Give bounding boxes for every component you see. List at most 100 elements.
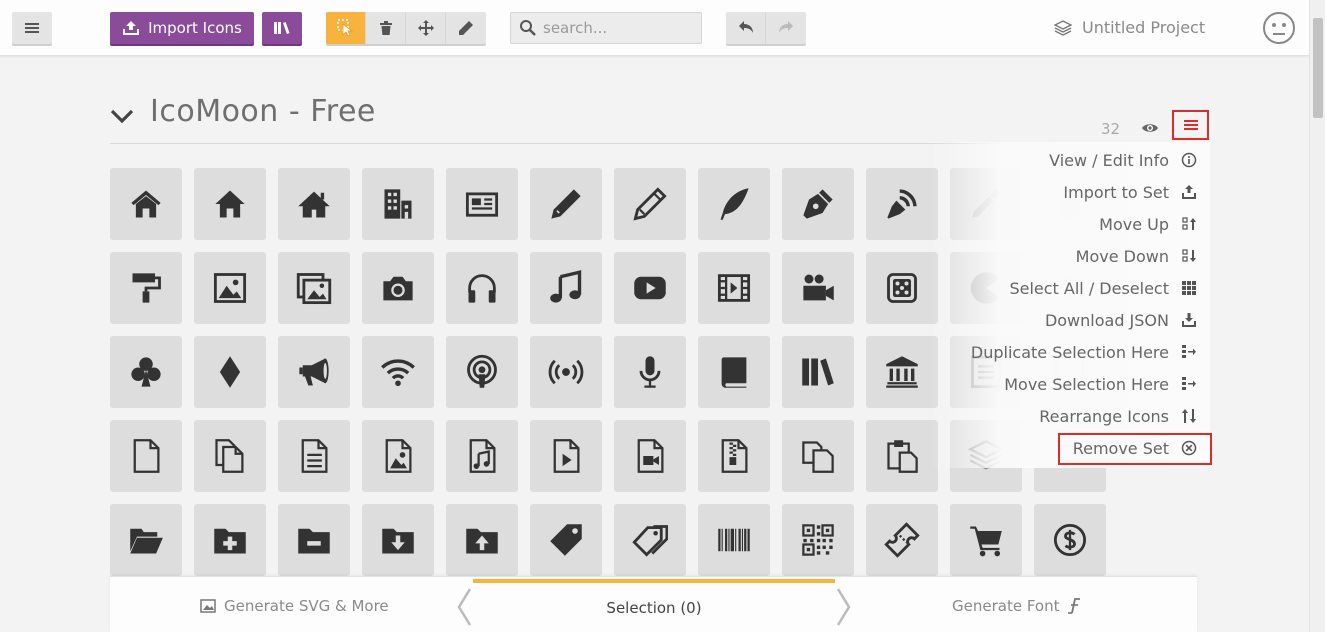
- generate-svg-tab[interactable]: Generate SVG & More: [200, 597, 389, 615]
- icon-cell[interactable]: [110, 420, 182, 492]
- icon-cell[interactable]: [110, 504, 182, 576]
- icon-cell[interactable]: [1034, 504, 1106, 576]
- icon-cell[interactable]: [194, 336, 266, 408]
- menu-select-all-deselect[interactable]: Select All / Deselect: [1009, 272, 1198, 304]
- icon-cell[interactable]: [110, 168, 182, 240]
- icon-cell[interactable]: [782, 420, 854, 492]
- icon-cell[interactable]: [782, 168, 854, 240]
- pen-icon: [803, 189, 833, 219]
- icon-cell[interactable]: [530, 504, 602, 576]
- menu-view-edit-info[interactable]: View / Edit Info: [1049, 144, 1198, 176]
- icon-cell[interactable]: [530, 336, 602, 408]
- pencil-icon: [459, 21, 473, 35]
- icon-cell[interactable]: [362, 168, 434, 240]
- redo-button[interactable]: [766, 12, 806, 44]
- icon-cell[interactable]: [530, 420, 602, 492]
- file-empty-icon: [133, 439, 160, 473]
- import-icons-label: Import Icons: [148, 19, 242, 37]
- icon-cell[interactable]: [362, 420, 434, 492]
- icon-cell[interactable]: [446, 336, 518, 408]
- icon-cell[interactable]: [194, 420, 266, 492]
- icon-cell[interactable]: [446, 504, 518, 576]
- icon-cell[interactable]: [698, 168, 770, 240]
- icon-cell[interactable]: [194, 252, 266, 324]
- menu-item-label: Import to Set: [1063, 182, 1169, 202]
- icon-cell[interactable]: [782, 504, 854, 576]
- project-selector[interactable]: Untitled Project: [1054, 18, 1205, 37]
- icon-cell[interactable]: [194, 168, 266, 240]
- menu-move-down[interactable]: Move Down: [1076, 240, 1198, 272]
- selection-tab[interactable]: Selection (0): [473, 579, 835, 632]
- file-text2-icon: [301, 439, 328, 473]
- icon-library-button[interactable]: [262, 12, 302, 44]
- icon-cell[interactable]: [362, 504, 434, 576]
- icon-cell[interactable]: [278, 336, 350, 408]
- delete-tool-button[interactable]: [366, 12, 406, 44]
- menu-import-to-set[interactable]: Import to Set: [1063, 176, 1198, 208]
- icon-cell[interactable]: [866, 504, 938, 576]
- folder-plus-icon: [214, 528, 246, 554]
- icon-cell[interactable]: [698, 336, 770, 408]
- import-icons-button[interactable]: Import Icons: [110, 12, 254, 44]
- icon-cell[interactable]: [782, 336, 854, 408]
- menu-rearrange-icons[interactable]: Rearrange Icons: [1039, 400, 1198, 432]
- icon-cell[interactable]: [698, 504, 770, 576]
- blog-icon: [887, 189, 917, 219]
- icon-cell[interactable]: [446, 252, 518, 324]
- icon-cell[interactable]: [866, 168, 938, 240]
- set-menu-button[interactable]: [1172, 110, 1209, 140]
- icon-cell[interactable]: [278, 252, 350, 324]
- icon-cell[interactable]: [614, 420, 686, 492]
- redo-icon: [779, 21, 793, 33]
- icon-cell[interactable]: [362, 336, 434, 408]
- icon-cell[interactable]: [446, 168, 518, 240]
- icon-cell[interactable]: [530, 252, 602, 324]
- icon-cell[interactable]: [614, 336, 686, 408]
- user-avatar-icon[interactable]: [1262, 11, 1296, 45]
- icon-cell[interactable]: [446, 420, 518, 492]
- icon-cell[interactable]: [110, 336, 182, 408]
- icon-cell[interactable]: [278, 504, 350, 576]
- icon-cell[interactable]: [530, 168, 602, 240]
- chevron-right-icon: [836, 588, 851, 626]
- icon-cell[interactable]: [698, 420, 770, 492]
- folder-download-icon: [382, 528, 414, 554]
- eye-icon[interactable]: [1141, 121, 1159, 135]
- icon-cell[interactable]: [614, 168, 686, 240]
- menu-duplicate-selection-here[interactable]: Duplicate Selection Here: [971, 336, 1198, 368]
- search-input[interactable]: [543, 19, 693, 37]
- menu-move-up[interactable]: Move Up: [1099, 208, 1198, 240]
- cursor-select-icon: [336, 19, 353, 37]
- icon-cell[interactable]: [866, 336, 938, 408]
- icon-cell[interactable]: [782, 252, 854, 324]
- edit-tool-button[interactable]: [446, 12, 486, 44]
- icon-cell[interactable]: [278, 420, 350, 492]
- icon-cell[interactable]: [950, 504, 1022, 576]
- menu-item-label: Move Selection Here: [1004, 374, 1169, 394]
- move-icon: [417, 20, 434, 36]
- film-icon: [717, 274, 751, 302]
- undo-button[interactable]: [726, 12, 766, 44]
- main-menu-button[interactable]: [12, 12, 52, 44]
- select-tool-button[interactable]: [326, 12, 366, 44]
- icon-cell[interactable]: [614, 504, 686, 576]
- icon-cell[interactable]: [866, 420, 938, 492]
- scrollbar-thumb[interactable]: [1313, 18, 1323, 118]
- ticket-icon: [884, 522, 920, 558]
- grid-icon: [1182, 281, 1196, 295]
- move-tool-button[interactable]: [406, 12, 446, 44]
- icon-cell[interactable]: [362, 252, 434, 324]
- icon-cell[interactable]: [110, 252, 182, 324]
- home3-icon: [298, 191, 330, 218]
- icon-cell[interactable]: [278, 168, 350, 240]
- menu-move-selection-here[interactable]: Move Selection Here: [1004, 368, 1198, 400]
- icon-cell[interactable]: [866, 252, 938, 324]
- icon-cell[interactable]: [194, 504, 266, 576]
- generate-font-tab[interactable]: Generate Font: [952, 597, 1081, 615]
- page-scrollbar[interactable]: [1309, 0, 1325, 632]
- icon-cell[interactable]: [614, 252, 686, 324]
- trash-icon: [379, 21, 392, 35]
- menu-download-json[interactable]: Download JSON: [1045, 304, 1198, 336]
- icon-cell[interactable]: [698, 252, 770, 324]
- chevron-down-icon[interactable]: [110, 104, 134, 128]
